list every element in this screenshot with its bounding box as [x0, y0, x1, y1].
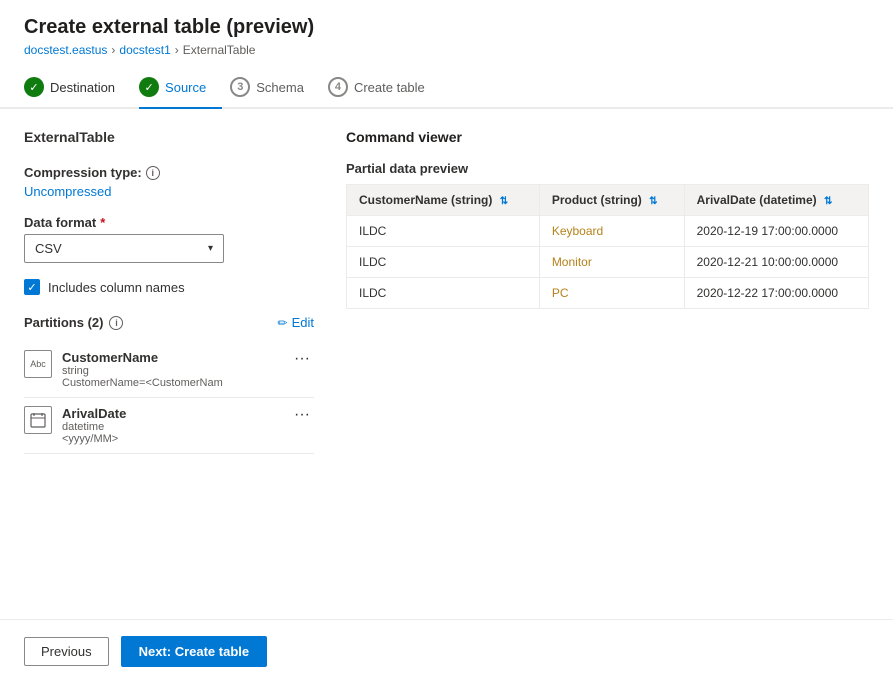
data-format-value: CSV — [35, 241, 62, 256]
cell-date-2: 2020-12-21 10:00:00.0000 — [684, 247, 868, 278]
step-schema-label: Schema — [256, 80, 304, 95]
step-schema-number: 3 — [237, 81, 243, 93]
partition-desc-1: CustomerName=<CustomerNam — [62, 377, 280, 389]
partition-item-arivaldate: ArivalDate datetime <yyyy/MM> ··· — [24, 398, 314, 454]
partitions-header: Partitions (2) i ✏ Edit — [24, 315, 314, 330]
partition-name-2: ArivalDate — [62, 406, 280, 421]
partition-type-2: datetime — [62, 421, 280, 433]
cell-product-3: PC — [539, 278, 684, 309]
partition-item-customername: Abc CustomerName string CustomerName=<Cu… — [24, 342, 314, 398]
header: Create external table (preview) docstest… — [0, 0, 893, 69]
partitions-title: Partitions (2) — [24, 315, 103, 330]
required-star: * — [100, 215, 105, 230]
partitions-info-icon[interactable]: i — [109, 316, 123, 330]
cell-customer-3: ILDC — [347, 278, 540, 309]
previous-button[interactable]: Previous — [24, 637, 109, 666]
pencil-icon: ✏ — [278, 316, 288, 330]
partition-type-1: string — [62, 365, 280, 377]
cell-customer-1: ILDC — [347, 216, 540, 247]
footer: Previous Next: Create table — [0, 619, 893, 683]
dropdown-chevron-icon: ▾ — [208, 243, 213, 254]
partition-info-customername: CustomerName string CustomerName=<Custom… — [62, 350, 280, 389]
compression-label: Compression type: i — [24, 165, 314, 180]
edit-label: Edit — [292, 315, 314, 330]
includes-column-names-label: Includes column names — [48, 280, 185, 295]
breadcrumb-server[interactable]: docstest.eastus — [24, 43, 107, 57]
col-header-product[interactable]: Product (string) ⇅ — [539, 185, 684, 216]
table-row: ILDC Keyboard 2020-12-19 17:00:00.0000 — [347, 216, 869, 247]
compression-value: Uncompressed — [24, 184, 314, 199]
table-row: ILDC Monitor 2020-12-21 10:00:00.0000 — [347, 247, 869, 278]
partition-icon-customername: Abc — [24, 350, 52, 378]
sort-icon-product: ⇅ — [649, 196, 657, 207]
sort-icon-arivaldate: ⇅ — [824, 196, 832, 207]
content: ExternalTable Compression type: i Uncomp… — [0, 109, 893, 619]
partition-icon-arivaldate — [24, 406, 52, 434]
data-format-label: Data format * — [24, 215, 314, 230]
step-create-circle: 4 — [328, 77, 348, 97]
includes-column-names-checkbox[interactable]: ✓ — [24, 279, 40, 295]
page-container: Create external table (preview) docstest… — [0, 0, 893, 683]
partition-icon-text-1: Abc — [30, 359, 46, 369]
partition-menu-2[interactable]: ··· — [290, 406, 314, 424]
breadcrumb-table: ExternalTable — [183, 43, 256, 57]
cell-date-1: 2020-12-19 17:00:00.0000 — [684, 216, 868, 247]
breadcrumb-sep1: › — [111, 43, 115, 57]
left-panel: ExternalTable Compression type: i Uncomp… — [24, 129, 314, 599]
breadcrumb-database[interactable]: docstest1 — [119, 43, 170, 57]
next-create-table-button[interactable]: Next: Create table — [121, 636, 268, 667]
step-schema-circle: 3 — [230, 77, 250, 97]
col-header-arivaldate[interactable]: ArivalDate (datetime) ⇅ — [684, 185, 868, 216]
preview-title: Partial data preview — [346, 161, 869, 176]
calendar-icon — [30, 412, 46, 428]
sort-icon-customername: ⇅ — [500, 196, 508, 207]
compression-info-icon[interactable]: i — [146, 166, 160, 180]
data-format-dropdown[interactable]: CSV ▾ — [24, 234, 224, 263]
command-viewer-title: Command viewer — [346, 129, 869, 145]
step-create-table[interactable]: 4 Create table — [328, 69, 441, 107]
step-schema[interactable]: 3 Schema — [230, 69, 320, 107]
step-destination-check: ✓ — [24, 77, 44, 97]
includes-column-names-row[interactable]: ✓ Includes column names — [24, 279, 314, 295]
step-source-check: ✓ — [139, 77, 159, 97]
steps-bar: ✓ Destination ✓ Source 3 Schema 4 Create… — [0, 69, 893, 109]
checkmark-icon: ✓ — [27, 281, 36, 294]
page-title: Create external table (preview) — [24, 16, 869, 39]
col-header-customername[interactable]: CustomerName (string) ⇅ — [347, 185, 540, 216]
cell-customer-2: ILDC — [347, 247, 540, 278]
cell-product-1: Keyboard — [539, 216, 684, 247]
partition-desc-2: <yyyy/MM> — [62, 433, 280, 445]
breadcrumb-sep2: › — [175, 43, 179, 57]
partition-info-arivaldate: ArivalDate datetime <yyyy/MM> — [62, 406, 280, 445]
step-destination[interactable]: ✓ Destination — [24, 69, 131, 107]
cell-product-2: Monitor — [539, 247, 684, 278]
step-source[interactable]: ✓ Source — [139, 69, 222, 109]
table-row: ILDC PC 2020-12-22 17:00:00.0000 — [347, 278, 869, 309]
step-create-number: 4 — [335, 81, 341, 93]
cell-date-3: 2020-12-22 17:00:00.0000 — [684, 278, 868, 309]
right-panel: Command viewer Partial data preview Cust… — [346, 129, 869, 599]
step-create-label: Create table — [354, 80, 425, 95]
preview-table: CustomerName (string) ⇅ Product (string)… — [346, 184, 869, 309]
edit-button[interactable]: ✏ Edit — [278, 315, 314, 330]
partition-menu-1[interactable]: ··· — [290, 350, 314, 368]
step-destination-label: Destination — [50, 80, 115, 95]
partition-name-1: CustomerName — [62, 350, 280, 365]
external-table-name: ExternalTable — [24, 129, 314, 145]
step-source-label: Source — [165, 80, 206, 95]
breadcrumb: docstest.eastus › docstest1 › ExternalTa… — [24, 43, 869, 57]
